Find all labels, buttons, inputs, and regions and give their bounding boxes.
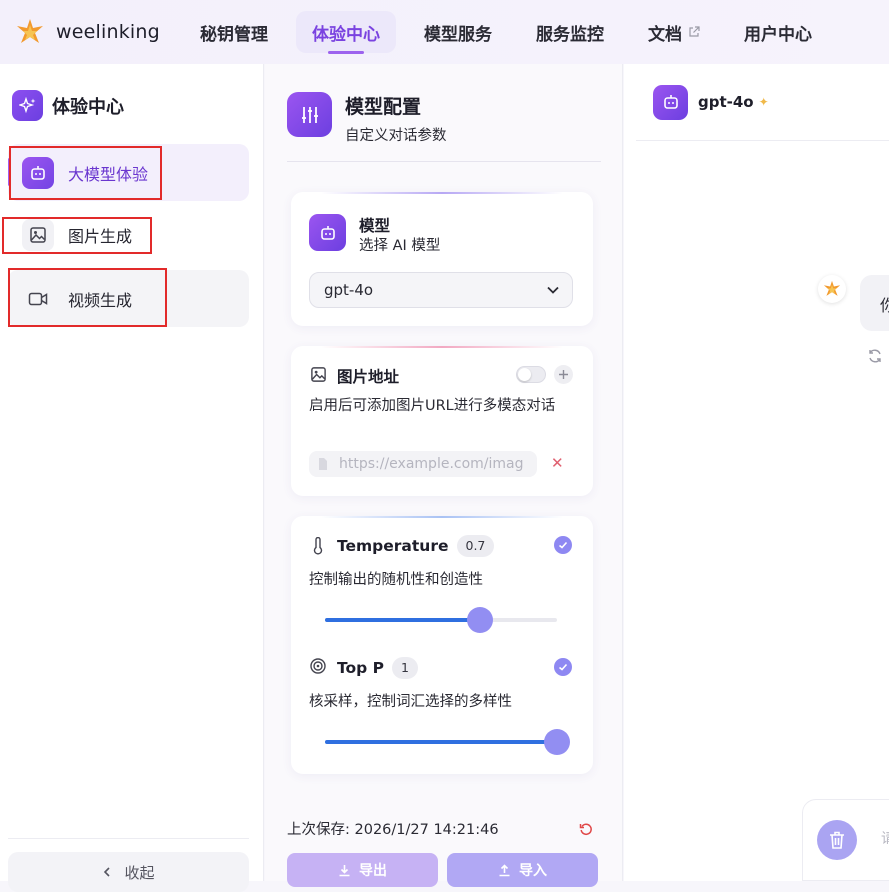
annotation-box (2, 217, 152, 254)
nav-item-label: 模型服务 (424, 24, 492, 45)
config-subtitle: 自定义对话参数 (345, 128, 447, 144)
import-button[interactable]: 导入 (447, 853, 598, 887)
plus-icon (559, 370, 568, 379)
brand-name: weelinking (56, 21, 160, 43)
last-saved-text: 上次保存: 2026/1/27 14:21:46 (287, 822, 499, 838)
nav-item-label: 用户中心 (744, 24, 812, 45)
model-card-subtitle: 选择 AI 模型 (359, 238, 441, 254)
nav-item-docs[interactable]: 文档 (632, 11, 716, 53)
clear-url-button[interactable]: ✕ (551, 454, 564, 472)
reset-icon[interactable] (579, 822, 593, 836)
upload-icon (499, 863, 510, 876)
sidebar: 体验中心 大模型体验 图片生成 视频生成 收起 (0, 64, 264, 892)
sidebar-header: 体验中心 (12, 90, 263, 121)
image-icon (311, 367, 326, 382)
import-label: 导入 (519, 863, 547, 879)
image-card-title: 图片地址 (337, 368, 400, 386)
top-navigation: weelinking 秘钥管理 体验中心 模型服务 服务监控 文档 用户中心 (0, 0, 889, 64)
regenerate-icon[interactable] (867, 348, 883, 364)
brand[interactable]: weelinking (14, 16, 184, 48)
temperature-slider[interactable] (325, 607, 557, 633)
robot-icon (653, 84, 688, 120)
config-title: 模型配置 (345, 96, 422, 118)
top-p-slider[interactable] (325, 729, 570, 755)
file-icon (319, 458, 327, 470)
nav-item-label: 体验中心 (312, 24, 380, 45)
image-url-input[interactable]: https://example.com/imag (309, 451, 537, 477)
trash-icon (830, 831, 844, 849)
card-accent-line (321, 346, 563, 348)
collapse-label: 收起 (124, 863, 155, 882)
nav-item-keys[interactable]: 秘钥管理 (184, 11, 284, 53)
slider-fill (325, 740, 557, 744)
temperature-description: 控制输出的随机性和创造性 (309, 572, 483, 588)
image-card-description: 启用后可添加图片URL进行多模态对话 (309, 398, 556, 414)
model-select[interactable]: gpt-4o (309, 272, 573, 308)
check-icon (559, 663, 568, 671)
add-image-button[interactable] (554, 365, 573, 384)
image-url-card: 图片地址 启用后可添加图片URL进行多模态对话 https://example.… (291, 346, 593, 496)
top-p-header: Top P 1 (337, 657, 418, 679)
export-label: 导出 (359, 863, 387, 879)
collapse-button[interactable]: 收起 (8, 852, 249, 892)
nav-item-label: 秘钥管理 (200, 24, 268, 45)
chevron-left-icon (104, 867, 111, 877)
nav-item-label: 文档 (648, 24, 682, 45)
nav-item-experience[interactable]: 体验中心 (296, 11, 396, 53)
sparkles-icon (12, 90, 43, 121)
chat-panel: gpt-4o ✦ 你 请 (624, 64, 889, 881)
top-p-enabled-check[interactable] (554, 658, 572, 676)
sparkle-icon: ✦ (758, 95, 769, 109)
config-header: 模型配置 自定义对话参数 (287, 92, 447, 145)
robot-icon (309, 214, 346, 251)
card-accent-line (321, 516, 563, 518)
temperature-enabled-check[interactable] (554, 536, 572, 554)
config-panel: 模型配置 自定义对话参数 模型 选择 AI 模型 gpt-4o 图片地址 启用后… (265, 64, 623, 887)
external-link-icon (689, 26, 700, 37)
nav-item-monitor[interactable]: 服务监控 (520, 11, 620, 53)
slider-thumb[interactable] (544, 729, 570, 755)
slider-thumb[interactable] (467, 607, 494, 633)
image-url-toggle[interactable] (516, 366, 546, 383)
chat-input-placeholder[interactable]: 请 (881, 828, 889, 848)
check-icon (559, 541, 568, 549)
annotation-box (9, 146, 162, 200)
chevron-down-icon (547, 286, 559, 294)
model-card-title: 模型 (359, 217, 391, 235)
nav-item-models[interactable]: 模型服务 (408, 11, 508, 53)
chat-model-name: gpt-4o (698, 93, 754, 111)
slider-fill (325, 618, 481, 622)
sliders-icon (287, 92, 332, 137)
brand-logo-icon (17, 19, 43, 43)
temperature-value-badge: 0.7 (456, 535, 495, 557)
target-icon (310, 658, 326, 674)
image-url-placeholder: https://example.com/imag (339, 456, 524, 472)
temperature-label: Temperature (337, 537, 449, 555)
temperature-header: Temperature 0.7 (337, 535, 495, 557)
clear-chat-button[interactable] (817, 820, 857, 860)
top-p-description: 核采样，控制词汇选择的多样性 (309, 694, 512, 710)
card-accent-line (321, 192, 563, 194)
divider (287, 161, 601, 162)
chat-input-area: 请 (802, 799, 889, 881)
assistant-message: 你 (860, 275, 889, 331)
bot-avatar (818, 275, 846, 303)
annotation-box (8, 268, 167, 327)
export-button[interactable]: 导出 (287, 853, 438, 887)
top-p-value-badge: 1 (392, 657, 418, 679)
nav-item-user-center[interactable]: 用户中心 (728, 11, 828, 53)
brand-logo-icon (823, 280, 841, 296)
thermometer-icon (313, 537, 323, 555)
message-text: 你 (880, 296, 889, 315)
parameters-card: Temperature 0.7 控制输出的随机性和创造性 Top P 1 核采样… (291, 516, 593, 774)
divider (8, 838, 249, 839)
sidebar-title: 体验中心 (52, 96, 124, 118)
model-select-value: gpt-4o (324, 281, 374, 299)
download-icon (339, 864, 350, 876)
model-card: 模型 选择 AI 模型 gpt-4o (291, 192, 593, 326)
nav-item-label: 服务监控 (536, 24, 604, 45)
chat-header: gpt-4o ✦ (636, 64, 889, 141)
top-p-label: Top P (337, 659, 385, 677)
save-status: 上次保存: 2026/1/27 14:21:46 (287, 818, 593, 839)
